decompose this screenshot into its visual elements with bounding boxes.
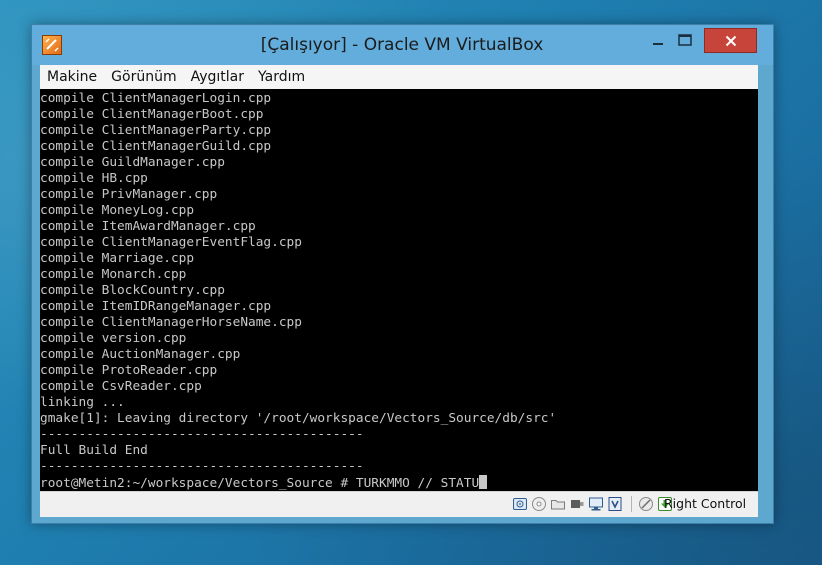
console-line: gmake[1]: Leaving directory '/root/works… bbox=[40, 411, 557, 426]
console-line: compile ClientManagerEventFlag.cpp bbox=[40, 235, 302, 250]
maximize-icon bbox=[677, 34, 692, 46]
menu-bar: Makine Görünüm Aygıtlar Yardım bbox=[40, 65, 758, 89]
console-line: compile AuctionManager.cpp bbox=[40, 347, 241, 362]
shared-folders-icon[interactable] bbox=[550, 496, 566, 512]
text-cursor bbox=[479, 475, 488, 489]
menu-gorunum[interactable]: Görünüm bbox=[104, 65, 183, 89]
status-icons bbox=[512, 496, 676, 512]
virtualbox-window[interactable]: [Çalışıyor] - Oracle VM VirtualBox Makin… bbox=[31, 24, 774, 524]
console-line: compile ItemIDRangeManager.cpp bbox=[40, 299, 272, 314]
window-title: [Çalışıyor] - Oracle VM VirtualBox bbox=[260, 35, 544, 55]
console-separator: ----------------------------------------… bbox=[40, 427, 364, 442]
console-line: compile MoneyLog.cpp bbox=[40, 203, 195, 218]
network-icon[interactable] bbox=[588, 496, 604, 512]
console-line: compile Marriage.cpp bbox=[40, 251, 195, 266]
shell-prompt-line[interactable]: root@Metin2:~/workspace/Vectors_Source #… bbox=[40, 475, 488, 491]
console-line: compile HB.cpp bbox=[40, 171, 148, 186]
mouse-integration-icon[interactable] bbox=[638, 496, 654, 512]
maximize-button[interactable] bbox=[671, 29, 698, 51]
minimize-icon bbox=[652, 43, 663, 45]
host-key-label: Right Control bbox=[664, 496, 747, 511]
console-line: linking ... bbox=[40, 395, 125, 410]
console-line: compile ClientManagerBoot.cpp bbox=[40, 107, 264, 122]
close-button[interactable] bbox=[704, 28, 757, 53]
menu-makine[interactable]: Makine bbox=[40, 65, 104, 89]
console-line: compile ClientManagerParty.cpp bbox=[40, 123, 272, 138]
console-line: compile BlockCountry.cpp bbox=[40, 283, 225, 298]
console-line: compile PrivManager.cpp bbox=[40, 187, 218, 202]
shell-prompt-text: root@Metin2:~/workspace/Vectors_Source #… bbox=[40, 476, 480, 491]
console-output: compile ClientManagerLogin.cpp compile C… bbox=[40, 91, 556, 475]
vm-console-screen[interactable]: compile ClientManagerLogin.cpp compile C… bbox=[40, 89, 758, 491]
hard-disk-icon[interactable] bbox=[512, 496, 528, 512]
console-line: Full Build End bbox=[40, 443, 148, 458]
console-line: compile ClientManagerHorseName.cpp bbox=[40, 315, 302, 330]
console-line: compile ProtoReader.cpp bbox=[40, 363, 218, 378]
console-line: compile Monarch.cpp bbox=[40, 267, 187, 282]
usb-icon[interactable] bbox=[569, 496, 585, 512]
console-line: compile CsvReader.cpp bbox=[40, 379, 202, 394]
virtualbox-app-icon[interactable] bbox=[42, 35, 62, 55]
title-bar[interactable]: [Çalışıyor] - Oracle VM VirtualBox bbox=[32, 25, 773, 65]
virtualization-icon[interactable] bbox=[607, 496, 623, 512]
console-line: compile ItemAwardManager.cpp bbox=[40, 219, 256, 234]
console-line: compile version.cpp bbox=[40, 331, 187, 346]
menu-yardim[interactable]: Yardım bbox=[251, 65, 312, 89]
console-line: compile ClientManagerGuild.cpp bbox=[40, 139, 272, 154]
minimize-button[interactable] bbox=[644, 29, 671, 51]
status-bar: Right Control bbox=[40, 491, 758, 517]
optical-drive-icon[interactable] bbox=[531, 496, 547, 512]
close-icon bbox=[725, 35, 736, 46]
console-line: compile GuildManager.cpp bbox=[40, 155, 225, 170]
console-line: compile ClientManagerLogin.cpp bbox=[40, 91, 272, 106]
status-divider bbox=[631, 496, 632, 512]
console-separator: ----------------------------------------… bbox=[40, 459, 364, 474]
menu-aygitlar[interactable]: Aygıtlar bbox=[184, 65, 251, 89]
